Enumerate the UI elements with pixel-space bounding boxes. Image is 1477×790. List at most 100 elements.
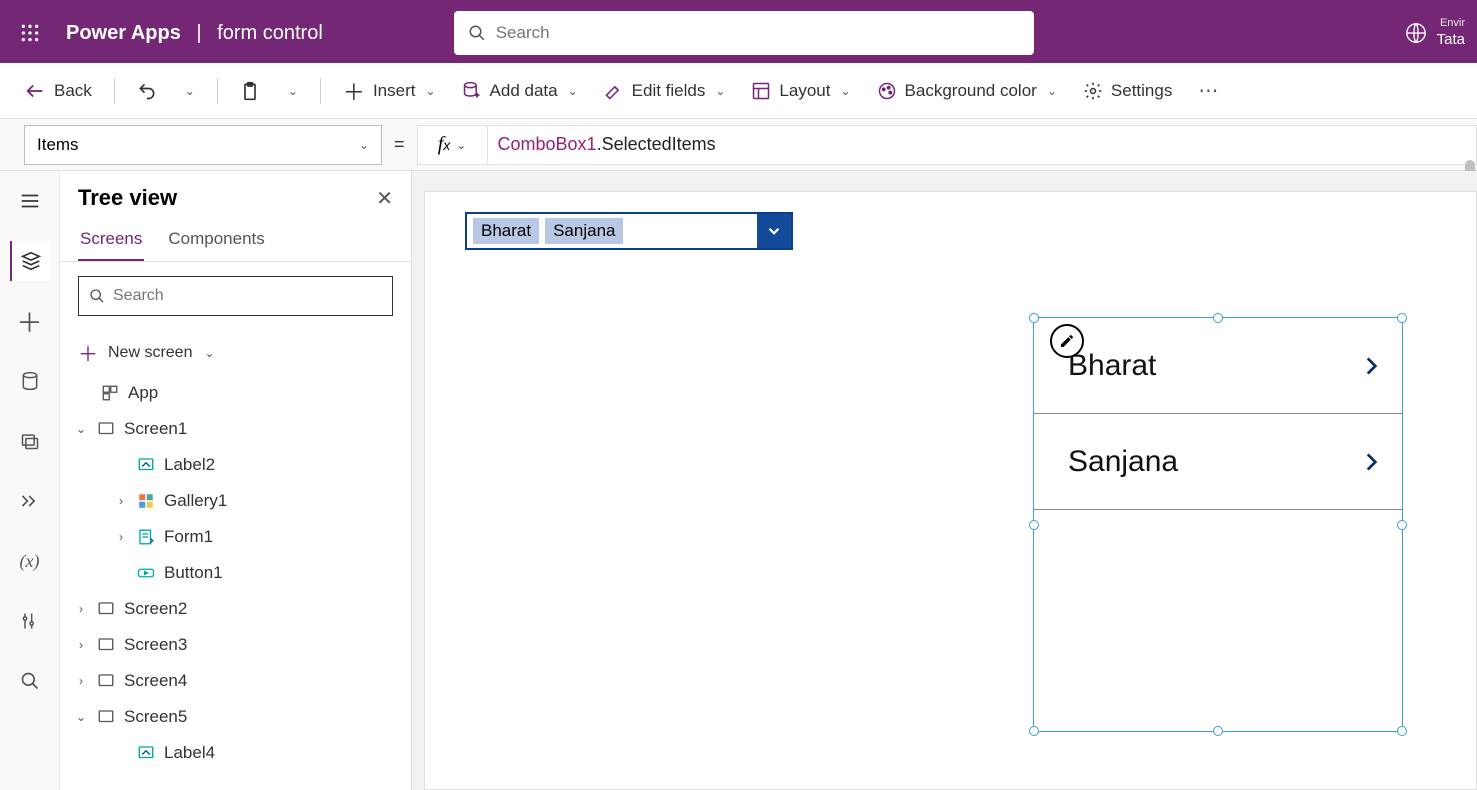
label-icon	[136, 455, 156, 475]
global-search[interactable]	[454, 11, 1034, 55]
tree-item[interactable]: ›Screen4	[60, 663, 411, 699]
tab-screens[interactable]: Screens	[78, 221, 144, 261]
layout-button[interactable]: Layout ⌄	[741, 75, 860, 107]
screen-icon	[96, 707, 116, 727]
left-rail: ＋ (x)	[0, 171, 60, 790]
tree-item[interactable]: Button1	[60, 555, 411, 591]
search-input[interactable]	[496, 23, 1020, 43]
media-rail-icon[interactable]	[10, 421, 50, 461]
tree-item-label: Screen5	[124, 707, 187, 727]
clipboard-icon	[240, 81, 260, 101]
tree-item[interactable]: ⌄ Screen5	[60, 699, 411, 735]
expand-icon[interactable]: ›	[74, 674, 88, 688]
search-icon	[468, 24, 486, 42]
screen-icon	[96, 599, 116, 619]
combobox-dropdown-button[interactable]	[757, 214, 791, 248]
formula-bar[interactable]: ComboBox1.SelectedItems	[487, 125, 1477, 165]
expand-icon[interactable]: ⌄	[74, 422, 88, 436]
tree-item-label: App	[128, 383, 158, 403]
gallery-item[interactable]: Sanjana	[1034, 414, 1402, 510]
plus-icon: ＋	[343, 75, 365, 107]
tree-item-label: Gallery1	[164, 491, 227, 511]
close-icon[interactable]: ✕	[376, 186, 393, 211]
tree-item[interactable]: › Gallery1	[60, 483, 411, 519]
screen-icon	[96, 635, 116, 655]
tree-item[interactable]: App	[60, 375, 411, 411]
expand-icon[interactable]: ›	[74, 602, 88, 616]
ribbon-toolbar: Back ⌄ ⌄ ＋ Insert ⌄ Add data ⌄ Edit fiel…	[0, 63, 1477, 119]
waffle-icon[interactable]	[12, 15, 48, 51]
fx-button[interactable]: fx ⌄	[417, 125, 487, 165]
edit-fields-button[interactable]: Edit fields ⌄	[594, 75, 736, 107]
tree-search[interactable]	[78, 276, 393, 316]
add-data-button[interactable]: Add data ⌄	[452, 75, 588, 107]
paint-icon	[877, 81, 897, 101]
tree-item[interactable]: Label4	[60, 735, 411, 771]
canvas-area: BharatSanjana BharatSanjana	[412, 171, 1477, 790]
data-rail-icon[interactable]	[10, 361, 50, 401]
pencil-icon	[1059, 333, 1075, 349]
tab-components[interactable]: Components	[166, 221, 266, 261]
expand-icon[interactable]: ›	[114, 494, 128, 508]
screen-icon	[96, 419, 116, 439]
property-bar: Items ⌄ = fx ⌄ ComboBox1.SelectedItems	[0, 119, 1477, 171]
tree-search-input[interactable]	[113, 287, 382, 305]
tree-item[interactable]: › Form1	[60, 519, 411, 555]
tree-item-label: Form1	[164, 527, 213, 547]
env-value: Tata	[1437, 31, 1465, 49]
screen-icon	[96, 671, 116, 691]
flow-rail-icon[interactable]	[10, 481, 50, 521]
settings-button[interactable]: Settings	[1073, 75, 1182, 107]
new-screen-button[interactable]: ＋ New screen ⌄	[60, 330, 411, 375]
gallery-item[interactable]: Bharat	[1034, 318, 1402, 414]
expand-icon[interactable]: ›	[114, 530, 128, 544]
back-button[interactable]: Back	[14, 74, 102, 108]
tools-rail-icon[interactable]	[10, 601, 50, 641]
resize-handle[interactable]	[1397, 726, 1407, 736]
chevron-right-icon	[1358, 353, 1384, 379]
paste-button[interactable]	[230, 75, 270, 107]
more-button[interactable]: ⋯	[1188, 72, 1228, 109]
variables-rail-icon[interactable]: (x)	[10, 541, 50, 581]
paste-menu[interactable]: ⌄	[276, 78, 308, 104]
resize-handle[interactable]	[1397, 313, 1407, 323]
resize-handle[interactable]	[1029, 313, 1039, 323]
property-selector[interactable]: Items ⌄	[24, 125, 382, 165]
tree-item[interactable]: Label2	[60, 447, 411, 483]
env-label: Envir	[1437, 17, 1465, 30]
tree-view-icon[interactable]	[10, 241, 50, 281]
resize-handle[interactable]	[1029, 726, 1039, 736]
plus-icon: ＋	[78, 338, 98, 367]
hamburger-icon[interactable]	[10, 181, 50, 221]
globe-icon	[1405, 22, 1427, 44]
insert-button[interactable]: ＋ Insert ⌄	[333, 69, 446, 113]
combo-chip[interactable]: Sanjana	[545, 218, 623, 244]
tree-item[interactable]: ⌄Screen1	[60, 411, 411, 447]
app-header: Power Apps | form control Envir Tata	[0, 3, 1477, 63]
expand-icon[interactable]: ⌄	[74, 710, 88, 724]
environment-picker[interactable]: Envir Tata	[1437, 17, 1465, 48]
canvas[interactable]: BharatSanjana BharatSanjana	[424, 191, 1477, 790]
combo-chip[interactable]: Bharat	[473, 218, 539, 244]
gallery-control[interactable]: BharatSanjana	[1033, 317, 1403, 732]
search-rail-icon[interactable]	[10, 661, 50, 701]
tree-panel: Tree view ✕ Screens Components ＋ New scr…	[60, 171, 412, 790]
bg-color-button[interactable]: Background color ⌄	[867, 75, 1067, 107]
tree-item-label: Screen3	[124, 635, 187, 655]
resize-handle[interactable]	[1213, 313, 1223, 323]
resize-handle[interactable]	[1029, 520, 1039, 530]
form-icon	[136, 527, 156, 547]
tree-item[interactable]: › Screen3	[60, 627, 411, 663]
chevron-down-icon	[765, 222, 783, 240]
expand-icon[interactable]: ›	[74, 638, 88, 652]
resize-handle[interactable]	[1213, 726, 1223, 736]
insert-rail-icon[interactable]: ＋	[10, 301, 50, 341]
undo-button[interactable]	[127, 75, 167, 107]
resize-handle[interactable]	[1397, 520, 1407, 530]
edit-badge[interactable]	[1050, 324, 1084, 358]
combobox[interactable]: BharatSanjana	[465, 212, 793, 250]
undo-menu[interactable]: ⌄	[173, 78, 205, 104]
app-name: form control	[217, 22, 323, 44]
tree-item[interactable]: ›Screen2	[60, 591, 411, 627]
tree-list: App⌄Screen1Label2›Gallery1›Form1Button1›…	[60, 375, 411, 790]
